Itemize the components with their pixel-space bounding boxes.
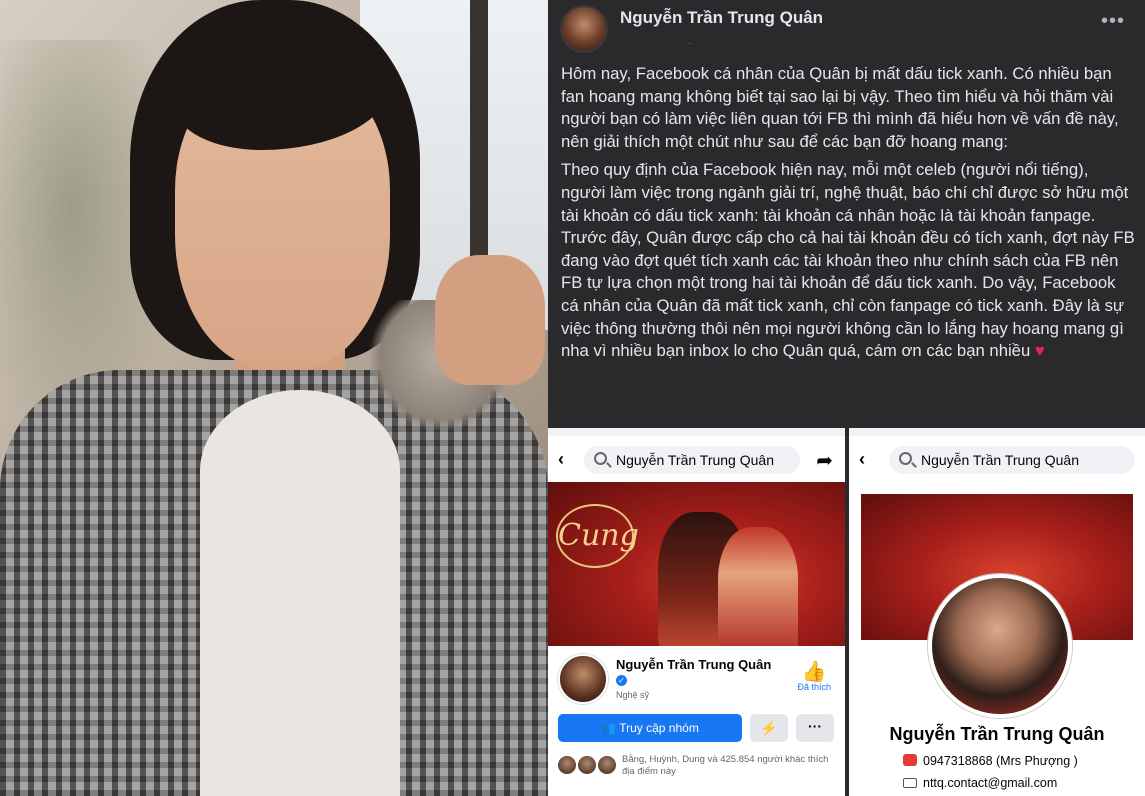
friend-avatar xyxy=(596,754,618,776)
search-row: ‹ Nguyễn Trần Trung Quân xyxy=(849,446,1145,476)
author-avatar[interactable] xyxy=(560,5,608,53)
photo-hand xyxy=(435,255,545,385)
post-paragraph-2: Theo quy định của Facebook hiện nay, mỗi… xyxy=(561,159,1136,362)
page-header: Nguyễn Trần Trung Quân ✓ Nghệ sỹ 👍 Đã th… xyxy=(548,650,845,710)
search-icon xyxy=(594,452,607,465)
heart-icon: ♥ xyxy=(1034,341,1045,361)
cover-photo: Cung xyxy=(548,482,845,646)
mail-icon xyxy=(903,778,917,788)
status-bar xyxy=(849,428,1145,436)
verified-badge-icon: ✓ xyxy=(616,675,627,686)
search-input[interactable]: Nguyễn Trần Trung Quân xyxy=(889,446,1135,474)
movie-logo: Cung xyxy=(556,504,639,568)
status-bar xyxy=(548,428,845,436)
page-category: Nghệ sỹ xyxy=(616,690,650,700)
page-name[interactable]: Nguyễn Trần Trung Quân xyxy=(616,657,771,672)
phone-icon xyxy=(903,754,917,766)
search-icon xyxy=(899,452,912,465)
search-input[interactable]: Nguyễn Trần Trung Quân xyxy=(584,446,800,474)
post-meta: · xyxy=(688,38,692,49)
page-avatar[interactable] xyxy=(558,654,608,704)
photo-white-tee xyxy=(200,390,400,796)
thumbs-up-icon: 👍 xyxy=(801,661,827,683)
author-name[interactable]: Nguyễn Trần Trung Quân xyxy=(620,8,823,28)
back-icon[interactable]: ‹ xyxy=(859,449,865,470)
portrait-photo xyxy=(0,0,548,796)
more-icon[interactable]: ··· xyxy=(796,714,834,742)
phone-info: 0947318868 (Mrs Phượng ) xyxy=(903,754,1078,768)
fanpage-screenshot: ‹ Nguyễn Trần Trung Quân ➦ Cung Nguyễn T… xyxy=(548,428,845,796)
facebook-post: Nguyễn Trần Trung Quân · ••• Hôm nay, Fa… xyxy=(548,0,1145,428)
profile-avatar[interactable] xyxy=(928,574,1072,718)
friends-like-row: Bằng, Huỳnh, Dung và 425.854 người khác … xyxy=(548,750,845,790)
friend-avatar xyxy=(556,754,578,776)
cover-figure-2 xyxy=(718,527,798,646)
more-options-icon[interactable]: ••• xyxy=(1101,10,1125,33)
back-icon[interactable]: ‹ xyxy=(558,449,564,470)
profile-name: Nguyễn Trần Trung Quân xyxy=(889,724,1105,744)
post-paragraph-2-text: Theo quy định của Facebook hiện nay, mỗi… xyxy=(561,160,1135,361)
post-paragraph-1: Hôm nay, Facebook cá nhân của Quân bị mấ… xyxy=(561,64,1119,151)
liked-button[interactable]: 👍 Đã thích xyxy=(797,662,831,692)
share-icon[interactable]: ➦ xyxy=(816,448,833,473)
friend-avatar xyxy=(576,754,598,776)
email-text: nttq.contact@gmail.com xyxy=(923,776,1058,790)
friends-like-text: Bằng, Huỳnh, Dung và 425.854 người khác … xyxy=(622,754,829,777)
visit-group-button[interactable]: 👥 Truy cập nhóm xyxy=(558,714,742,742)
search-text: Nguyễn Trần Trung Quân xyxy=(616,452,774,468)
post-body: Hôm nay, Facebook cá nhân của Quân bị mấ… xyxy=(561,63,1136,369)
action-buttons: 👥 Truy cập nhóm ⚡ ··· xyxy=(548,714,845,744)
phone-text: 0947318868 (Mrs Phượng ) xyxy=(923,754,1078,768)
liked-label: Đã thích xyxy=(797,682,831,692)
messenger-icon[interactable]: ⚡ xyxy=(750,714,788,742)
search-row: ‹ Nguyễn Trần Trung Quân ➦ xyxy=(548,446,845,476)
personal-profile-screenshot: ‹ Nguyễn Trần Trung Quân Nguyễn Trần Tru… xyxy=(849,428,1145,796)
search-text: Nguyễn Trần Trung Quân xyxy=(921,452,1079,468)
email-info: nttq.contact@gmail.com xyxy=(903,776,1057,790)
